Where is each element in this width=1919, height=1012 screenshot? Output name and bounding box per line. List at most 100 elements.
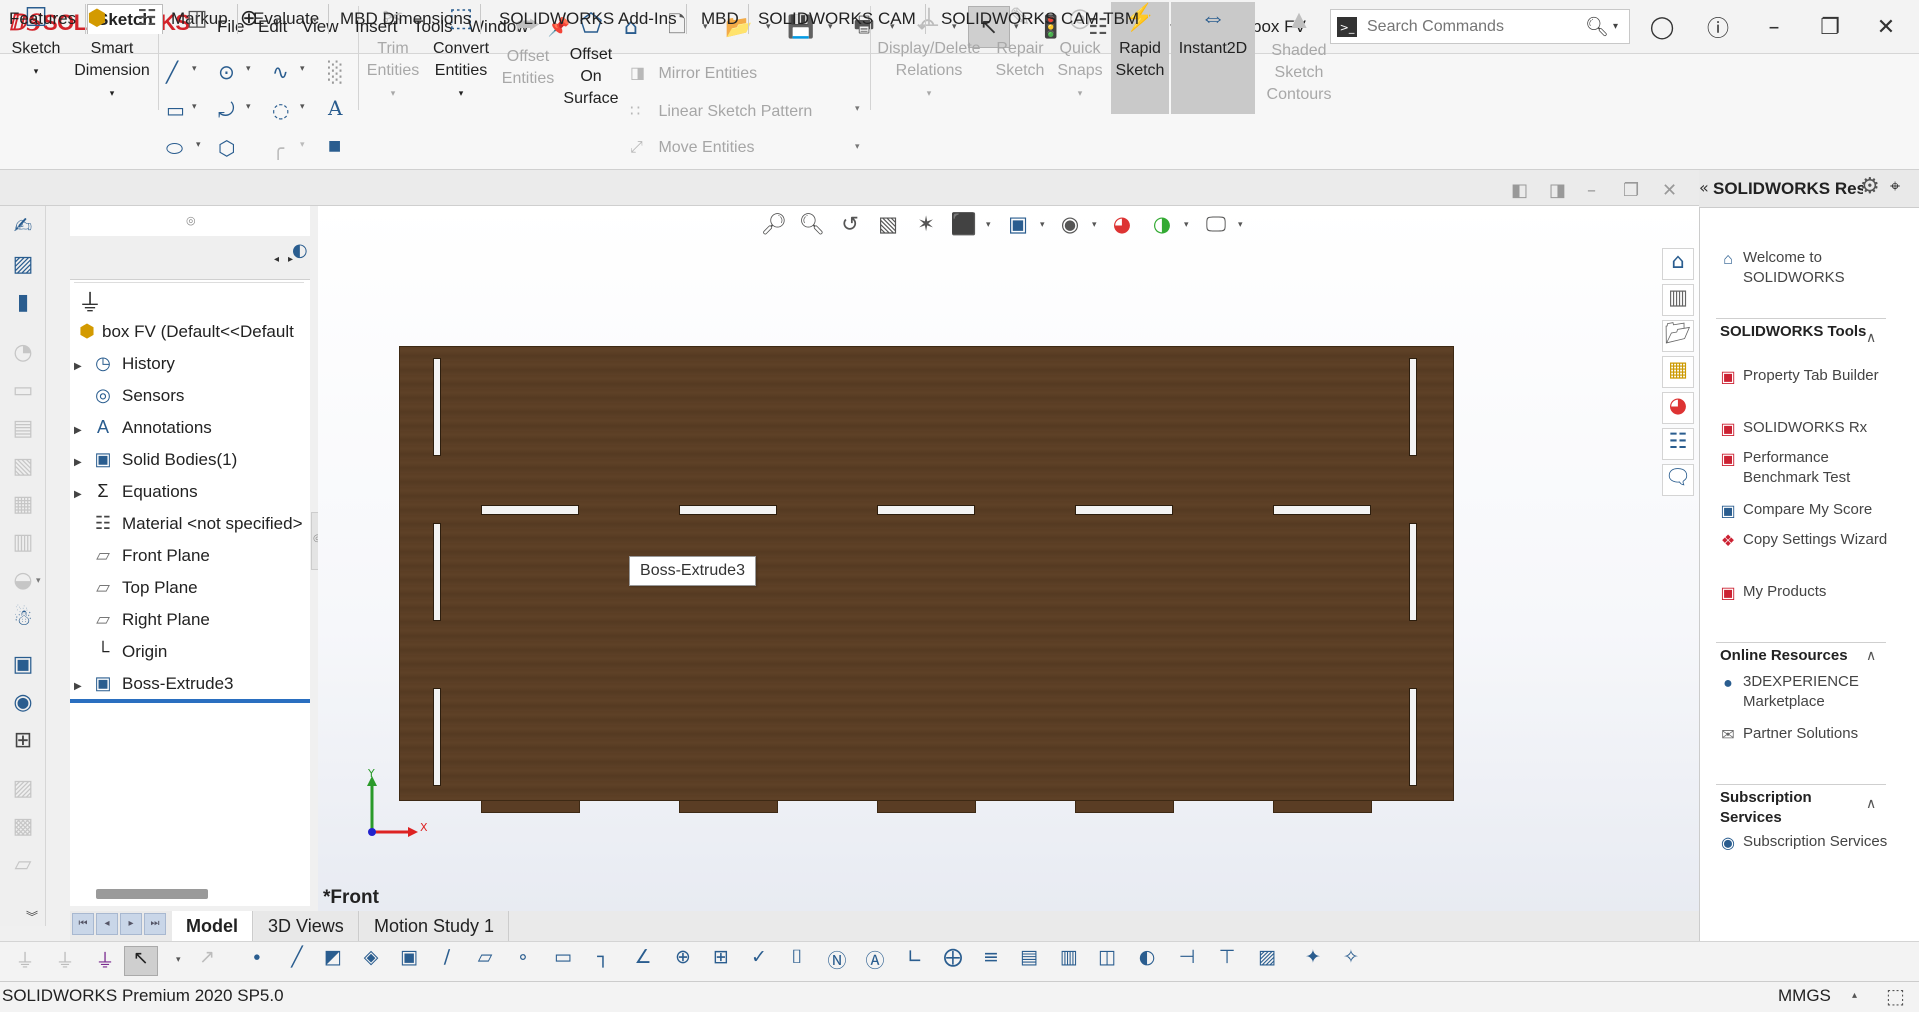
subscription-link[interactable]: ◉ Subscription Services xyxy=(1718,832,1888,852)
filter-centerline-icon[interactable]: ⊕ xyxy=(666,946,700,976)
spline-icon[interactable]: ∿ xyxy=(272,60,289,84)
expand-arrow-icon[interactable]: ▶ xyxy=(74,352,90,382)
dimxpert-tab-icon[interactable]: ⊕ xyxy=(232,6,266,40)
filter-surface-finish-icon[interactable]: ✓ xyxy=(742,946,776,976)
custom-properties-icon[interactable]: ☷ xyxy=(1662,428,1694,460)
select-all-icon[interactable]: ↗ xyxy=(190,946,224,976)
filter-axes-icon[interactable]: ∕ xyxy=(430,946,464,976)
cut-revolve-icon[interactable]: ▥ xyxy=(8,530,38,560)
unit-system[interactable]: MMGS xyxy=(1778,986,1831,1006)
quick-snaps-dropdown-icon[interactable]: ▾ xyxy=(1054,82,1106,104)
viewport-restore-icon[interactable]: ❐ xyxy=(1623,180,1639,201)
previous-view-icon[interactable]: ↺ xyxy=(836,212,864,240)
filter-connection-points-icon[interactable]: ◫ xyxy=(1090,946,1124,976)
tool-link[interactable]: ▣ Property Tab Builder xyxy=(1718,366,1888,386)
filter-sketch-points-icon[interactable]: ∘ xyxy=(506,946,540,976)
search-icon[interactable]: 🔍︎ xyxy=(1585,15,1609,38)
tree-item-solid-bodies[interactable]: ▶ ▣ Solid Bodies(1) xyxy=(74,444,237,474)
expand-strip-icon[interactable]: ︾ xyxy=(26,908,38,925)
smart-dimension-dropdown-icon[interactable]: ▾ xyxy=(70,82,154,104)
tab-mbd[interactable]: MBD xyxy=(692,4,749,34)
grid-icon[interactable]: ░ xyxy=(328,60,343,84)
tree-horizontal-scrollbar[interactable] xyxy=(96,889,208,899)
sketch-dropdown-icon[interactable]: ▾ xyxy=(6,60,66,82)
convert-dropdown-icon[interactable]: ▾ xyxy=(426,82,496,104)
filter-mesh-icon[interactable]: ▨ xyxy=(1250,946,1284,976)
relations-dropdown-icon[interactable]: ▾ xyxy=(873,82,985,104)
first-tab-icon[interactable]: ⏮ xyxy=(72,913,94,935)
expand-arrow-icon[interactable]: ▶ xyxy=(74,672,90,702)
filter-midpoints-icon[interactable]: ┐ xyxy=(586,946,620,976)
polygon-icon[interactable]: ⬡ xyxy=(218,136,235,160)
online-link[interactable]: ● 3DEXPERIENCE Marketplace xyxy=(1718,672,1888,712)
zoom-to-area-icon[interactable]: 🔍︎ xyxy=(798,212,826,240)
tree-item-equations[interactable]: ▶ Σ Equations xyxy=(74,476,198,506)
ellipse-dropdown-icon[interactable]: ▾ xyxy=(300,102,305,112)
display-manager-tab-icon[interactable]: ◐ xyxy=(292,240,308,261)
tab-solidworks-cam[interactable]: SOLIDWORKS CAM xyxy=(749,4,926,34)
boundary-icon[interactable]: ▧ xyxy=(8,454,38,484)
tab-features[interactable]: Features xyxy=(0,4,87,34)
filter-cosmetic-threads-icon[interactable]: ≡ xyxy=(974,946,1008,976)
view-settings-icon[interactable]: 🖵︎ xyxy=(1202,212,1230,240)
last-tab-icon[interactable]: ⏭ xyxy=(144,913,166,935)
apply-scene-icon[interactable]: ◑ xyxy=(1148,212,1176,240)
search-input[interactable] xyxy=(1365,15,1565,39)
feature-tree-tab-icon[interactable]: ⬢ xyxy=(80,6,114,40)
filter-center-point-icon[interactable]: ⊤ xyxy=(1210,946,1244,976)
unit-system-dropdown-icon[interactable]: ▴ xyxy=(1852,990,1857,1001)
viewport-tile-right-icon[interactable]: ◨ xyxy=(1549,180,1566,201)
configuration-manager-tab-icon[interactable]: ◫ xyxy=(180,6,214,40)
filter-all-icon[interactable]: ✧ xyxy=(1334,946,1368,976)
tab-model[interactable]: Model xyxy=(172,911,253,941)
arc-icon[interactable]: ⤾ xyxy=(218,98,235,122)
revolve-icon[interactable]: ◔ xyxy=(8,340,38,370)
instant3d-icon[interactable]: ▣ xyxy=(8,652,38,682)
view-orientation-icon[interactable]: ⬛ xyxy=(950,212,978,240)
zoom-to-fit-icon[interactable]: 🔎︎ xyxy=(760,212,788,240)
task-pane-pin-icon[interactable]: ⌖ xyxy=(1890,176,1900,197)
hide-show-items-icon[interactable]: ◉ xyxy=(1056,212,1084,240)
user-account-icon[interactable]: ◯ xyxy=(1644,10,1680,44)
expand-arrow-icon[interactable]: ▶ xyxy=(74,480,90,510)
search-dropdown-icon[interactable]: ▾ xyxy=(1613,21,1618,32)
tool-link[interactable]: ▣ SOLIDWORKS Rx xyxy=(1718,418,1888,438)
design-library-icon[interactable]: ▥ xyxy=(1662,284,1694,316)
previous-tab-icon[interactable]: ◂ xyxy=(96,913,118,935)
collapse-section-icon[interactable]: ∧ xyxy=(1866,796,1876,812)
draft-icon[interactable]: ▱ xyxy=(8,852,38,882)
ellipse-icon[interactable]: ◌ xyxy=(272,98,289,122)
mirror-entities-button[interactable]: ◨ Mirror Entities xyxy=(630,63,757,83)
filter-surface-bodies-icon[interactable]: ◈ xyxy=(354,946,388,976)
point-icon[interactable]: ■ xyxy=(328,138,341,154)
hide-show-dropdown-icon[interactable]: ▾ xyxy=(1092,220,1097,230)
tool-link[interactable]: ▣ Compare My Score xyxy=(1718,500,1888,520)
tab-solidworks-cam-tbm[interactable]: SOLIDWORKS CAM TBM xyxy=(932,4,1150,34)
line-dropdown-icon[interactable]: ▾ xyxy=(192,64,197,74)
rectangle-dropdown-icon[interactable]: ▾ xyxy=(192,102,197,112)
move-dropdown-icon[interactable]: ▾ xyxy=(855,142,860,152)
search-commands-box[interactable]: >_ 🔍︎ ▾ xyxy=(1330,9,1630,44)
tree-item-right-plane[interactable]: ▱ Right Plane xyxy=(74,604,210,634)
tool-link[interactable]: ▣ My Products xyxy=(1718,582,1888,602)
tree-item-material[interactable]: ☷ Material <not specified> xyxy=(74,508,303,538)
filter-icon[interactable]: ⏚ xyxy=(78,283,102,318)
viewport-minimize-icon[interactable]: – xyxy=(1587,180,1596,201)
filter-notes-icon[interactable]: Ⓝ xyxy=(820,946,854,976)
tab-3d-views[interactable]: 3D Views xyxy=(254,911,359,941)
collapse-section-icon[interactable]: ∧ xyxy=(1866,330,1876,346)
filter-toolbar-icon[interactable]: ⏚ xyxy=(48,946,82,976)
tree-item-front-plane[interactable]: ▱ Front Plane xyxy=(74,540,210,570)
rollback-bar[interactable] xyxy=(70,699,310,703)
line-icon[interactable]: ╱ xyxy=(166,60,178,84)
filter-dowel-pin-icon[interactable]: ▥ xyxy=(1052,946,1086,976)
close-window-icon[interactable]: ✕ xyxy=(1868,10,1904,44)
edit-appearance-icon[interactable]: ◕ xyxy=(1108,212,1136,240)
spline-dropdown-icon[interactable]: ▾ xyxy=(300,64,305,74)
filter-planes-icon[interactable]: ▱ xyxy=(468,946,502,976)
tool-link[interactable]: ▣ Performance Benchmark Test xyxy=(1718,448,1888,488)
filter-center-marks-icon[interactable]: ∠ xyxy=(626,946,660,976)
text-icon[interactable]: A xyxy=(328,96,342,120)
circle-icon[interactable]: ⊙ xyxy=(218,60,235,84)
section-view-icon[interactable]: ▧ xyxy=(874,212,902,240)
